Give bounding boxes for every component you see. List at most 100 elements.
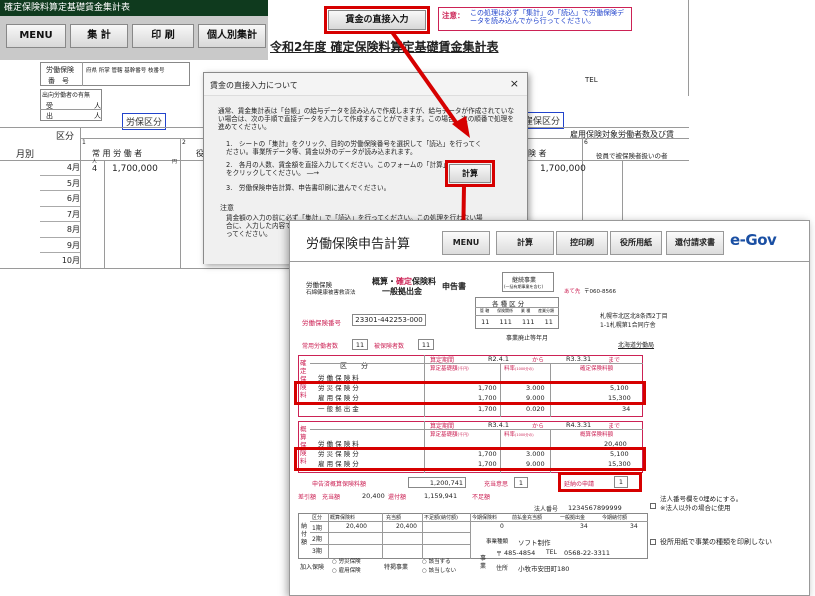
kubun-val: 111 <box>522 318 535 326</box>
dialog-step2: 2. 各月の人数、賃金額を直接入力してください。このフォームの「計算」をクリック… <box>226 161 446 177</box>
april-wage[interactable]: 1,700,000 <box>112 164 158 174</box>
month-label: 月別 <box>16 150 35 160</box>
tokutei-opt2: 該当しない <box>428 568 457 574</box>
kubun-sub-item: 保険関係 <box>497 308 514 313</box>
dialog-title: 賃金の直接入力について <box>210 81 298 90</box>
calc-sheet: 労働保険申告計算 MENU 計算 控印刷 役所用紙 還付請求書 e-Gov 労働… <box>289 220 810 596</box>
continued-label: 継続事業 <box>512 277 537 284</box>
office-form-button[interactable]: 役所用紙 <box>610 231 662 255</box>
postal: 〒060-8566 <box>584 289 616 295</box>
number-cols: 府県 所掌 管轄 基幹番号 枝番号 <box>86 68 165 74</box>
april-yen-unit: 円 <box>172 159 178 165</box>
tel-label-2: TEL <box>546 549 557 556</box>
rate-label-1: 料率(1000分の) <box>504 364 534 372</box>
fusoku-label: 不足額 <box>472 494 491 501</box>
period2-from: R3.4.1 <box>488 421 510 429</box>
kubun-vals: 11 111 111 11 <box>476 318 558 326</box>
calc-menu-button[interactable]: MENU <box>442 231 490 255</box>
pay-cell[interactable]: 20,400 <box>396 523 417 530</box>
kanyu-radio-1[interactable]: ○ 労災保険 <box>332 557 361 565</box>
tel[interactable]: 0568-22-3311 <box>564 549 610 557</box>
kubun-sub-item: 業 種 <box>520 308 531 313</box>
print-check-box[interactable] <box>650 539 656 545</box>
pay-side: 納付額 <box>301 523 308 546</box>
corp-no-label: 法人番号 <box>534 506 559 513</box>
tally-button[interactable]: 集 計 <box>70 24 128 48</box>
calc-title: 労働保険申告計算 <box>306 237 411 252</box>
declared-val[interactable]: 1,200,741 <box>408 477 466 488</box>
individual-tally-button[interactable]: 個人別集計 <box>198 24 266 48</box>
refund-request-button[interactable]: 還付請求書 <box>666 231 724 255</box>
window-title: 確定保険料算定基礎賃金集計表 <box>0 0 268 16</box>
kanyu-opt2: 雇用保険 <box>338 568 361 574</box>
april-wage-right[interactable]: 1,700,000 <box>540 164 586 174</box>
hihoken-val[interactable]: 11 <box>418 339 434 350</box>
dispatch-label: 出向労働者の有無 <box>42 92 91 99</box>
form-title3: 申告書 <box>442 282 466 291</box>
declared-label: 申告済概算保険料額 <box>312 481 367 488</box>
corp-note2: ※法人以外の場合に使用 <box>660 504 731 512</box>
month-row: 5月 <box>40 176 80 191</box>
kubun6: 6 <box>584 139 588 146</box>
biz-type[interactable]: ソフト制作 <box>518 537 551 547</box>
tokutei-label: 特掲事業 <box>384 564 409 571</box>
jigyou-side: 事業 <box>480 555 487 570</box>
month-row: 9月 <box>40 238 80 253</box>
egov-logo: e-Gov <box>730 231 777 249</box>
kanyu-radio-2[interactable]: ○ 雇用保険 <box>332 566 361 574</box>
kubun-sub-item: 管 轄 <box>479 308 490 313</box>
pay-col: 前払金充当額 <box>512 515 543 521</box>
pay-cell[interactable]: 0 <box>500 523 504 530</box>
rate-text-2: 料率 <box>504 432 516 438</box>
pay-col: 区分 <box>312 515 323 521</box>
pay-col: 一般拠出金 <box>560 515 586 521</box>
pay-cell[interactable]: 34 <box>630 523 638 530</box>
form-left2: 石綿健康被害救済法 <box>306 290 356 296</box>
gaisan-amount-label: 概算保険料額 <box>580 432 614 438</box>
basis-label-2: 算定基礎額(千円) <box>430 430 469 438</box>
kanpu-label: 還付額 <box>388 494 407 501</box>
rate-unit-1: (1000分の) <box>515 367 534 371</box>
menu-button[interactable]: MENU <box>6 24 66 48</box>
calc-button[interactable]: 計算 <box>496 231 554 255</box>
zip-label: 〒 <box>496 551 503 558</box>
koyo-count-label: 雇用保険対象労働者数及び賃 <box>570 130 674 139</box>
surplus-val[interactable]: 1 <box>514 477 528 488</box>
month-row: 10月 <box>40 253 80 269</box>
month-row: 6月 <box>40 191 80 207</box>
dispatch-send: 出 <box>46 112 53 120</box>
gaisan-highlight <box>294 447 646 471</box>
addr[interactable]: 小牧市安田町180 <box>518 563 569 573</box>
kubun-val: 111 <box>499 318 512 326</box>
dialog-close-button[interactable]: × <box>510 77 519 90</box>
pay-cell[interactable]: 20,400 <box>346 523 367 530</box>
tokutei-opt1: 該当する <box>428 559 451 565</box>
dialog-calc-button[interactable]: 計算 <box>449 164 491 183</box>
kubun2: 2 <box>182 139 186 146</box>
ins-no[interactable]: 23301-442253-000 <box>352 314 426 326</box>
dialog-note-title: 注意 <box>220 204 234 212</box>
copy-print-button[interactable]: 控印刷 <box>556 231 608 255</box>
kanpu-val: 1,159,941 <box>424 492 458 500</box>
labor-ins-label: 労働保険 <box>46 66 74 74</box>
print-check-label: 役所用紙で事業の種類を印刷しない <box>660 538 772 546</box>
instalment-highlight <box>558 472 642 492</box>
kubun-val: 11 <box>481 318 490 326</box>
period2-to: R4.3.31 <box>566 421 592 429</box>
address1: 札幌市北区北8条西2丁目 <box>600 313 668 320</box>
print-button[interactable]: 印 刷 <box>132 24 194 48</box>
pay-cell: 1期 <box>312 525 322 532</box>
direct-input-button[interactable]: 賃金の直接入力 <box>328 10 426 30</box>
jouyou-val[interactable]: 11 <box>352 339 368 350</box>
month-list: 4月 5月 6月 7月 8月 9月 10月 <box>40 160 80 269</box>
pay-cell[interactable]: 34 <box>580 523 588 530</box>
zip[interactable]: 485-4854 <box>504 549 535 557</box>
corp-note-checkbox[interactable] <box>650 503 656 509</box>
tokutei-radio-2[interactable]: ○ 該当しない <box>422 566 456 574</box>
pay-cell: 3期 <box>312 548 322 555</box>
number-label: 番 号 <box>48 77 69 85</box>
note-label: 注意： <box>442 11 465 20</box>
corp-no[interactable]: 1234567899999 <box>568 504 622 512</box>
tokutei-radio-1[interactable]: ○ 該当する <box>422 557 451 565</box>
kakutei-row-amt: 34 <box>622 405 631 413</box>
